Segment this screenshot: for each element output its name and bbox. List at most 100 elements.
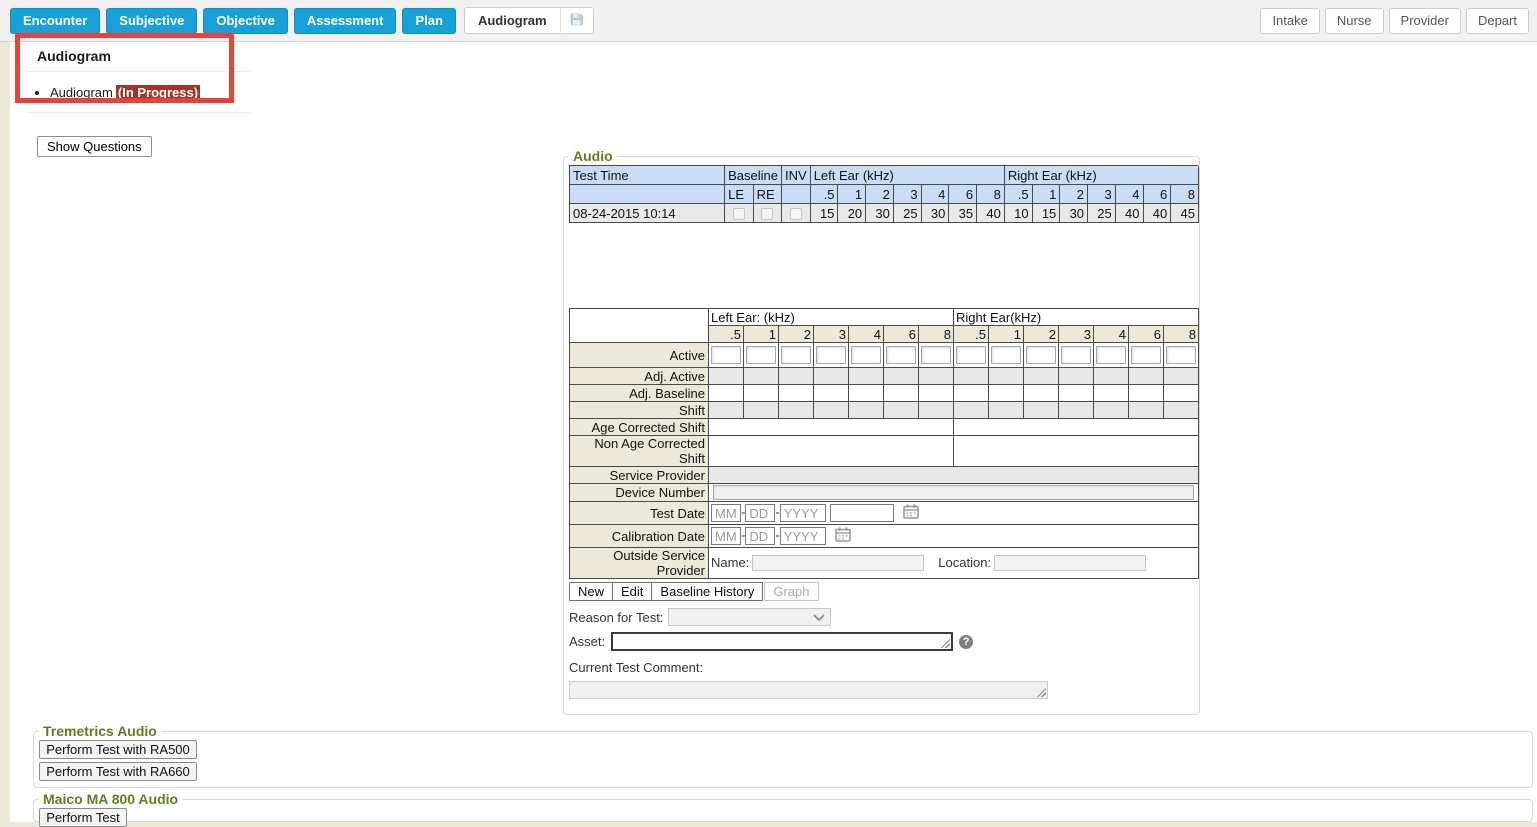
test-date-extra-input[interactable] — [830, 504, 894, 522]
threshold-input[interactable] — [711, 346, 741, 364]
role-button-provider[interactable]: Provider — [1389, 8, 1461, 34]
value-cell — [709, 402, 744, 419]
results-freq-header: 2 — [866, 185, 894, 204]
detail-corner-blank — [570, 309, 709, 343]
save-button[interactable] — [561, 8, 593, 34]
threshold-input[interactable] — [1096, 346, 1126, 364]
role-button-nurse[interactable]: Nurse — [1325, 8, 1384, 34]
threshold-input[interactable] — [991, 346, 1021, 364]
results-subhdr-inv-blank — [782, 185, 811, 204]
test-date-day-input[interactable]: DD — [745, 504, 775, 522]
calibration-date-year-input[interactable]: YYYY — [780, 527, 826, 545]
inv-checkbox[interactable] — [790, 208, 802, 220]
progress-list-item[interactable]: Audiogram(In Progress) — [50, 85, 1537, 100]
baseline-le-checkbox-cell — [725, 204, 753, 223]
value-cell — [989, 385, 1024, 402]
outside-provider-name-input[interactable] — [752, 555, 924, 571]
detail-freq-header: 4 — [849, 326, 884, 343]
baseline-re-checkbox[interactable] — [761, 208, 773, 220]
audiogram-tab[interactable]: Audiogram — [464, 7, 594, 34]
row-label-shift: Shift — [570, 402, 709, 419]
outside-provider-location-input[interactable] — [994, 555, 1146, 571]
perform-test-with-ra660-button[interactable]: Perform Test with RA660 — [39, 762, 197, 781]
new-button[interactable]: New — [569, 582, 613, 601]
nav-button-plan[interactable]: Plan — [402, 8, 455, 34]
detail-freq-header: 1 — [744, 326, 779, 343]
threshold-input-cell — [1094, 343, 1129, 368]
value-cell — [1024, 402, 1059, 419]
value-cell — [884, 368, 919, 385]
threshold-input[interactable] — [886, 346, 916, 364]
test-date-year-input[interactable]: YYYY — [780, 504, 826, 522]
nav-button-subjective[interactable]: Subjective — [106, 8, 197, 34]
tremetrics-legend: Tremetrics Audio — [39, 723, 161, 739]
edit-button[interactable]: Edit — [612, 582, 652, 601]
asset-label: Asset: — [569, 634, 605, 649]
calibration-date-month-input[interactable]: MM — [711, 527, 741, 545]
threshold-input[interactable] — [956, 346, 986, 364]
baseline-history-button[interactable]: Baseline History — [651, 582, 763, 601]
threshold-input[interactable] — [746, 346, 776, 364]
calendar-icon[interactable] — [835, 527, 851, 545]
detail-row-age-corrected-shift: Age Corrected Shift — [570, 419, 1199, 436]
value-cell — [779, 368, 814, 385]
device-number-input[interactable] — [713, 485, 1194, 500]
role-button-depart[interactable]: Depart — [1466, 8, 1529, 34]
calendar-icon[interactable] — [903, 504, 919, 522]
value-cell — [1094, 385, 1129, 402]
current-test-comment-textarea[interactable] — [569, 681, 1048, 699]
value-cell — [779, 385, 814, 402]
threshold-input[interactable] — [1061, 346, 1091, 364]
threshold-input[interactable] — [1131, 346, 1161, 364]
results-freq-header: 1 — [1032, 185, 1060, 204]
row-label-non-age-corrected-shift: Non Age Corrected Shift — [570, 436, 709, 467]
test-date-month-input[interactable]: MM — [711, 504, 741, 522]
asset-input[interactable] — [611, 632, 953, 651]
progress-item-label: Audiogram — [50, 85, 113, 100]
overall-comment-label: Overall Comment: — [569, 712, 1199, 715]
threshold-input[interactable] — [1026, 346, 1056, 364]
role-button-intake[interactable]: Intake — [1260, 8, 1319, 34]
detail-right-ear-group: Right Ear(kHz) — [954, 309, 1199, 326]
nav-button-assessment[interactable]: Assessment — [294, 8, 397, 34]
threshold-input[interactable] — [781, 346, 811, 364]
value-cell — [1094, 402, 1129, 419]
value-cell — [989, 402, 1024, 419]
detail-row-shift: Shift — [570, 402, 1199, 419]
perform-test-button[interactable]: Perform Test — [39, 808, 127, 827]
shift-value-cell — [709, 419, 954, 436]
nav-button-encounter[interactable]: Encounter — [10, 8, 100, 34]
location-label: Location: — [938, 555, 991, 570]
results-subhdr-re: RE — [753, 185, 781, 204]
audio-action-buttons: NewEditBaseline HistoryGraph — [569, 582, 1199, 601]
detail-freq-header: 6 — [884, 326, 919, 343]
detail-row-adj-baseline: Adj. Baseline — [570, 385, 1199, 402]
threshold-input[interactable] — [816, 346, 846, 364]
results-col-right-ear: Right Ear (kHz) — [1004, 166, 1198, 185]
detail-freq-header: 4 — [1094, 326, 1129, 343]
row-label-adj-active: Adj. Active — [570, 368, 709, 385]
value-cell — [1164, 385, 1199, 402]
baseline-le-checkbox[interactable] — [733, 208, 745, 220]
threshold-input-cell — [779, 343, 814, 368]
results-col-left-ear: Left Ear (kHz) — [810, 166, 1004, 185]
row-label-age-corrected-shift: Age Corrected Shift — [570, 419, 709, 436]
detail-row-active: Active — [570, 343, 1199, 368]
value-cell — [884, 385, 919, 402]
perform-test-with-ra500-button[interactable]: Perform Test with RA500 — [39, 740, 197, 759]
tremetrics-buttons: Perform Test with RA500 Perform Test with… — [37, 740, 1532, 781]
threshold-input[interactable] — [851, 346, 881, 364]
threshold-input-cell — [814, 343, 849, 368]
calibration-date-day-input[interactable]: DD — [745, 527, 775, 545]
reason-for-test-select[interactable] — [668, 608, 831, 626]
help-icon[interactable]: ? — [959, 635, 973, 649]
show-questions-button[interactable]: Show Questions — [37, 136, 152, 157]
nav-button-objective[interactable]: Objective — [203, 8, 288, 34]
results-col-test-time: Test Time — [570, 166, 725, 185]
threshold-input[interactable] — [921, 346, 951, 364]
row-label-calibration-date: Calibration Date — [570, 525, 709, 548]
threshold-input[interactable] — [1166, 346, 1196, 364]
test-date-cell: MM-DD-YYYY — [709, 502, 1199, 525]
value-cell — [814, 385, 849, 402]
threshold-input-cell — [919, 343, 954, 368]
